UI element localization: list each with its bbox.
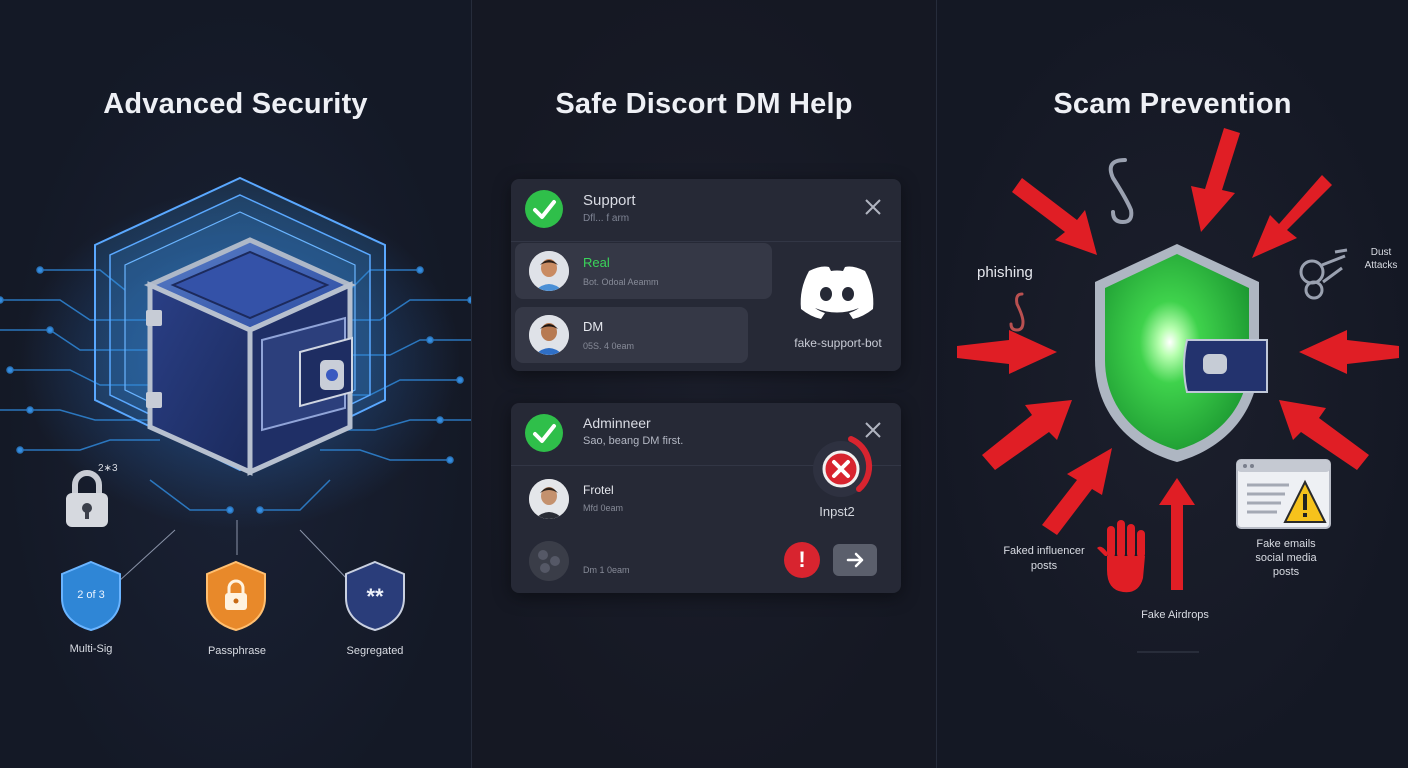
dm-row-dm[interactable]: DM 05S. 4 0eam	[515, 307, 748, 363]
passphrase-label: Passphrase	[207, 645, 267, 657]
passphrase-shield-icon	[206, 560, 266, 632]
multisig-label: Multi-Sig	[69, 643, 113, 655]
warning-button[interactable]: !	[784, 542, 820, 578]
scam-shield-illustration	[957, 128, 1399, 653]
row-sub: Bot. Odoal Aeamm	[583, 277, 659, 287]
segregated-label: Segregated	[346, 645, 404, 657]
row-name: Frotel	[583, 483, 614, 497]
discord-logo-icon	[800, 266, 874, 319]
card-subtitle: Sao, beang DM first.	[583, 435, 684, 447]
segregated-shield-icon: **	[345, 560, 405, 632]
panel-advanced-security: Advanced Security 2∗3 2 of 3 ** Multi-Si…	[0, 0, 471, 768]
panel-safe-dm-help: Safe Discort DM Help Support Dfl... f ar…	[472, 0, 936, 768]
fake-support-label: fake-support-bot	[794, 336, 882, 350]
multisig-shield-icon: 2 of 3	[61, 560, 121, 632]
dust-attacks-label: Dust Attacks	[1364, 247, 1398, 271]
dm-row-frotel[interactable]: Frotel Mfd 0eam	[511, 467, 791, 527]
card-title: Adminneer	[583, 415, 651, 431]
row-sub: Dm 1 0eam	[583, 565, 630, 575]
forward-arrow-button[interactable]	[833, 544, 877, 576]
phishing-label: phishing	[977, 264, 1033, 281]
multisig-glyph: 2 of 3	[77, 589, 105, 601]
check-icon	[525, 190, 563, 228]
row-name: Real	[583, 255, 610, 270]
dm-row-real[interactable]: Real Bot. Odoal Aeamm	[515, 243, 772, 299]
panel-scam-prevention: Scam Prevention phishing Dust Attacks Fa…	[937, 0, 1408, 768]
card-subtitle: Dfl... f arm	[583, 213, 630, 224]
faked-influencer-label: Faked influencer posts	[1003, 545, 1085, 572]
avatar	[529, 541, 569, 581]
dm-row-blurred[interactable]: Dm 1 0eam	[511, 531, 791, 587]
fake-email-warning-icon	[1236, 459, 1331, 529]
close-icon[interactable]	[863, 197, 883, 217]
panel-title: Safe Discort DM Help	[555, 88, 853, 120]
row-sub: Mfd 0eam	[583, 503, 624, 513]
dust-attack-icon	[1299, 248, 1348, 300]
impostor-label: Inpst2	[819, 504, 855, 519]
segregated-glyph: **	[366, 584, 384, 609]
avatar	[529, 251, 569, 291]
row-name: DM	[583, 319, 604, 334]
card-header: Support Dfl... f arm	[511, 179, 901, 242]
fake-airdrops-label: Fake Airdrops	[1141, 609, 1209, 621]
dm-card-admin: Adminneer Sao, beang DM first. Frotel Mf…	[511, 403, 901, 593]
stop-hand-icon	[1097, 520, 1145, 593]
avatar	[529, 315, 569, 355]
check-icon	[525, 414, 563, 452]
reject-x-icon	[813, 436, 873, 497]
row-sub: 05S. 4 0eam	[583, 341, 635, 351]
avatar	[529, 479, 569, 519]
card-title: Support	[583, 192, 636, 209]
fake-emails-label: Fake emails social media posts	[1255, 538, 1317, 578]
dm-card-support: Support Dfl... f arm Real Bot. Odoal Aea…	[511, 179, 901, 371]
